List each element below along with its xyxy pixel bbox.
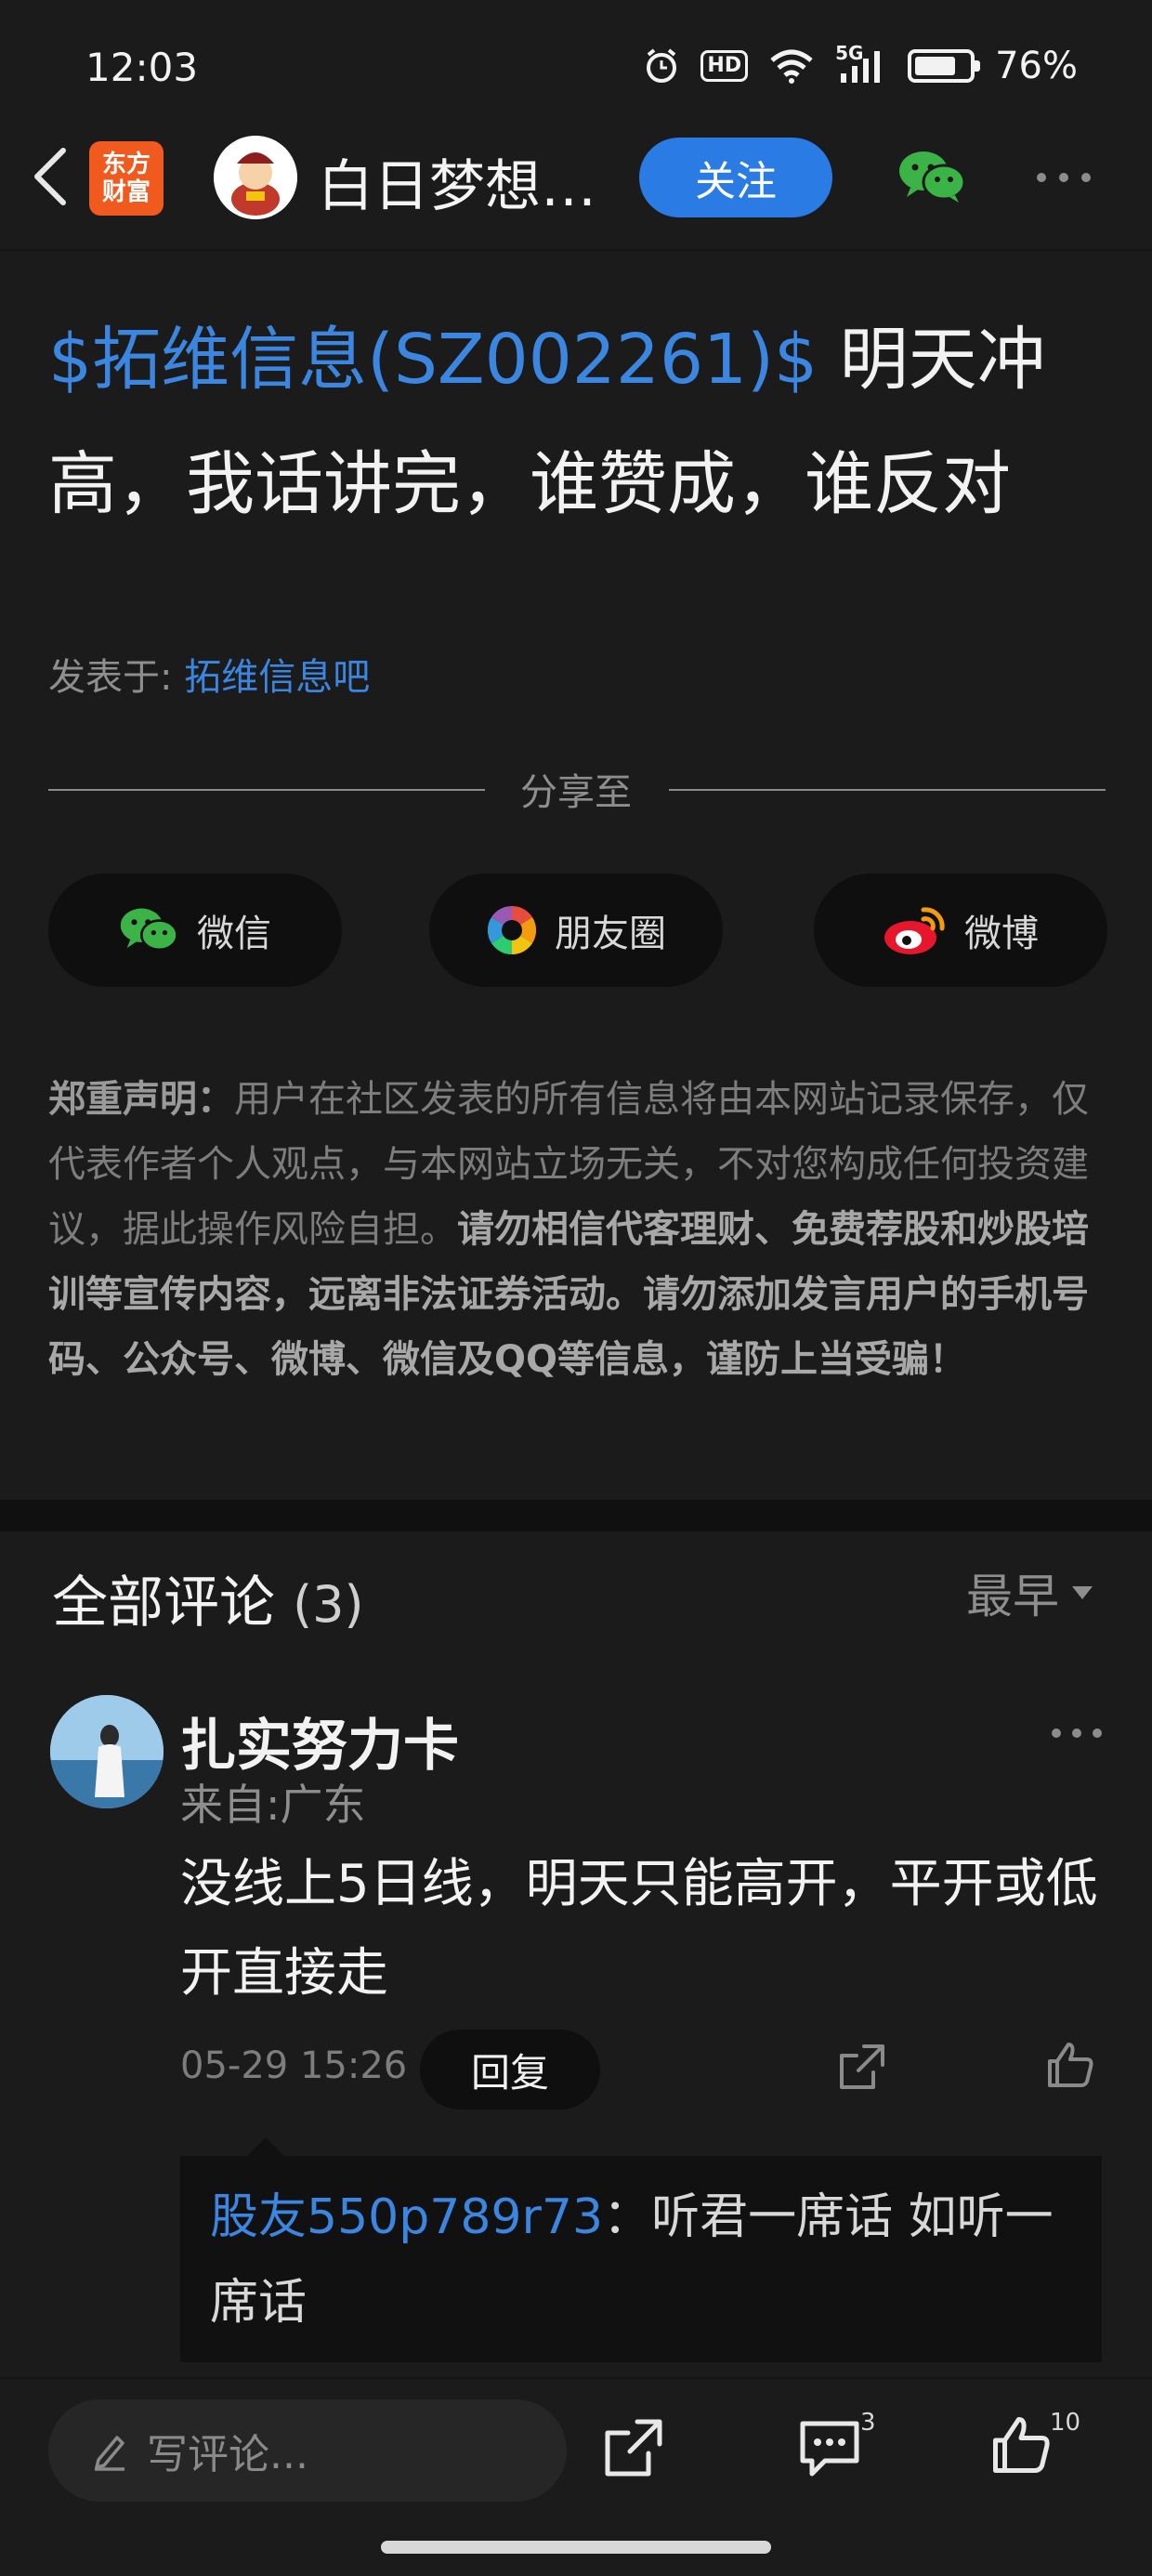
comments-title: 全部评论 (3) <box>52 1557 364 1638</box>
section-divider <box>0 1500 1152 1531</box>
home-indicator[interactable] <box>381 2541 771 2554</box>
comment-count-badge: 3 <box>860 2409 876 2437</box>
comment-timestamp: 05-29 15:26 <box>180 2044 408 2087</box>
disclaimer: 郑重声明：用户在社区发表的所有信息将由本网站记录保存，仅代表作者个人观点，与本网… <box>48 1067 1107 1392</box>
status-icons: HD 5G 76% <box>643 42 1078 87</box>
dot <box>1093 1728 1102 1738</box>
share-moments-button[interactable]: 朋友圈 <box>429 874 723 987</box>
network-type-label: 5G <box>835 42 864 64</box>
comment-body: 没线上5日线，明天只能高开，平开或低开直接走 <box>180 1854 1098 2004</box>
comment-more-icon[interactable] <box>1052 1728 1102 1738</box>
dot <box>1037 173 1046 182</box>
dot <box>1072 1728 1081 1738</box>
app-logo[interactable]: 东方 财富 <box>89 141 164 216</box>
comments-count: (3) <box>293 1575 364 1634</box>
author-avatar[interactable] <box>214 136 297 219</box>
commenter-name[interactable]: 扎实努力卡 <box>180 1701 459 1781</box>
share-weibo-label: 微博 <box>964 913 1039 955</box>
posted-in-label: 发表于: <box>48 656 185 699</box>
posted-in: 发表于: 拓维信息吧 <box>48 647 370 701</box>
sort-label: 最早 <box>966 1570 1059 1623</box>
reply-user-link[interactable]: 股友550p789r73 <box>210 2189 603 2245</box>
chevron-left-icon <box>34 148 66 205</box>
dot <box>1081 173 1091 182</box>
battery-fill <box>915 57 956 75</box>
status-time: 12:03 <box>85 45 199 90</box>
logo-line1: 东方 <box>101 151 151 178</box>
moments-icon <box>487 905 537 955</box>
forum-link[interactable]: 拓维信息吧 <box>184 656 370 699</box>
more-dots-icon[interactable] <box>1037 173 1091 182</box>
thumbs-up-icon[interactable] <box>988 2412 1054 2481</box>
hd-icon: HD <box>700 50 749 82</box>
comment-input[interactable]: 写评论... <box>48 2399 567 2502</box>
reply-item: 股友550p789r73：听君一席话 如听一席话 <box>210 2175 1083 2346</box>
wechat-icon[interactable] <box>897 149 968 208</box>
share-moments-label: 朋友圈 <box>555 913 666 955</box>
reply-notch <box>245 2137 286 2158</box>
share-wechat-label: 微信 <box>197 913 271 955</box>
battery-icon <box>908 49 981 83</box>
pencil-icon <box>95 2436 124 2471</box>
wifi-icon <box>768 47 815 85</box>
battery-percent: 76% <box>995 45 1078 87</box>
post-title: $拓维信息(SZ002261)$ 明天冲高，我话讲完，谁赞成，谁反对 <box>48 297 1107 546</box>
like-count-badge: 10 <box>1050 2409 1081 2437</box>
commenter-avatar[interactable] <box>50 1695 164 1808</box>
logo-line2: 财富 <box>101 178 151 206</box>
comment-input-placeholder: 写评论... <box>147 2431 308 2478</box>
share-weibo-button[interactable]: 微博 <box>814 874 1107 987</box>
sort-dropdown[interactable]: 最早 <box>966 1559 1093 1626</box>
disclaimer-heading: 郑重声明 <box>48 1078 197 1121</box>
follow-button[interactable]: 关注 <box>639 138 832 217</box>
share-label: 分享至 <box>520 771 632 814</box>
weibo-icon <box>884 907 945 954</box>
share-icon[interactable] <box>602 2416 665 2483</box>
reply-separator: ： <box>603 2189 652 2245</box>
dot <box>1059 173 1068 182</box>
thumbs-up-icon[interactable] <box>1044 2039 1096 2095</box>
stock-tag-link[interactable]: $拓维信息(SZ002261)$ <box>48 320 818 400</box>
commenter-location: 来自:广东 <box>180 1780 366 1830</box>
comment-icon[interactable] <box>797 2416 862 2483</box>
reply-button[interactable]: 回复 <box>420 2030 600 2109</box>
disclaimer-colon: ： <box>197 1078 234 1121</box>
comments-title-label: 全部评论 <box>52 1571 275 1636</box>
author-name[interactable]: 白日梦想… <box>318 141 596 222</box>
wechat-icon <box>120 908 178 952</box>
dot <box>1052 1728 1061 1738</box>
signal-5g-icon: 5G <box>835 42 887 85</box>
share-icon[interactable] <box>836 2041 888 2096</box>
alarm-icon <box>643 47 680 85</box>
caret-down-icon <box>1072 1586 1093 1599</box>
back-button[interactable] <box>22 130 78 223</box>
share-wechat-button[interactable]: 微信 <box>48 874 342 987</box>
